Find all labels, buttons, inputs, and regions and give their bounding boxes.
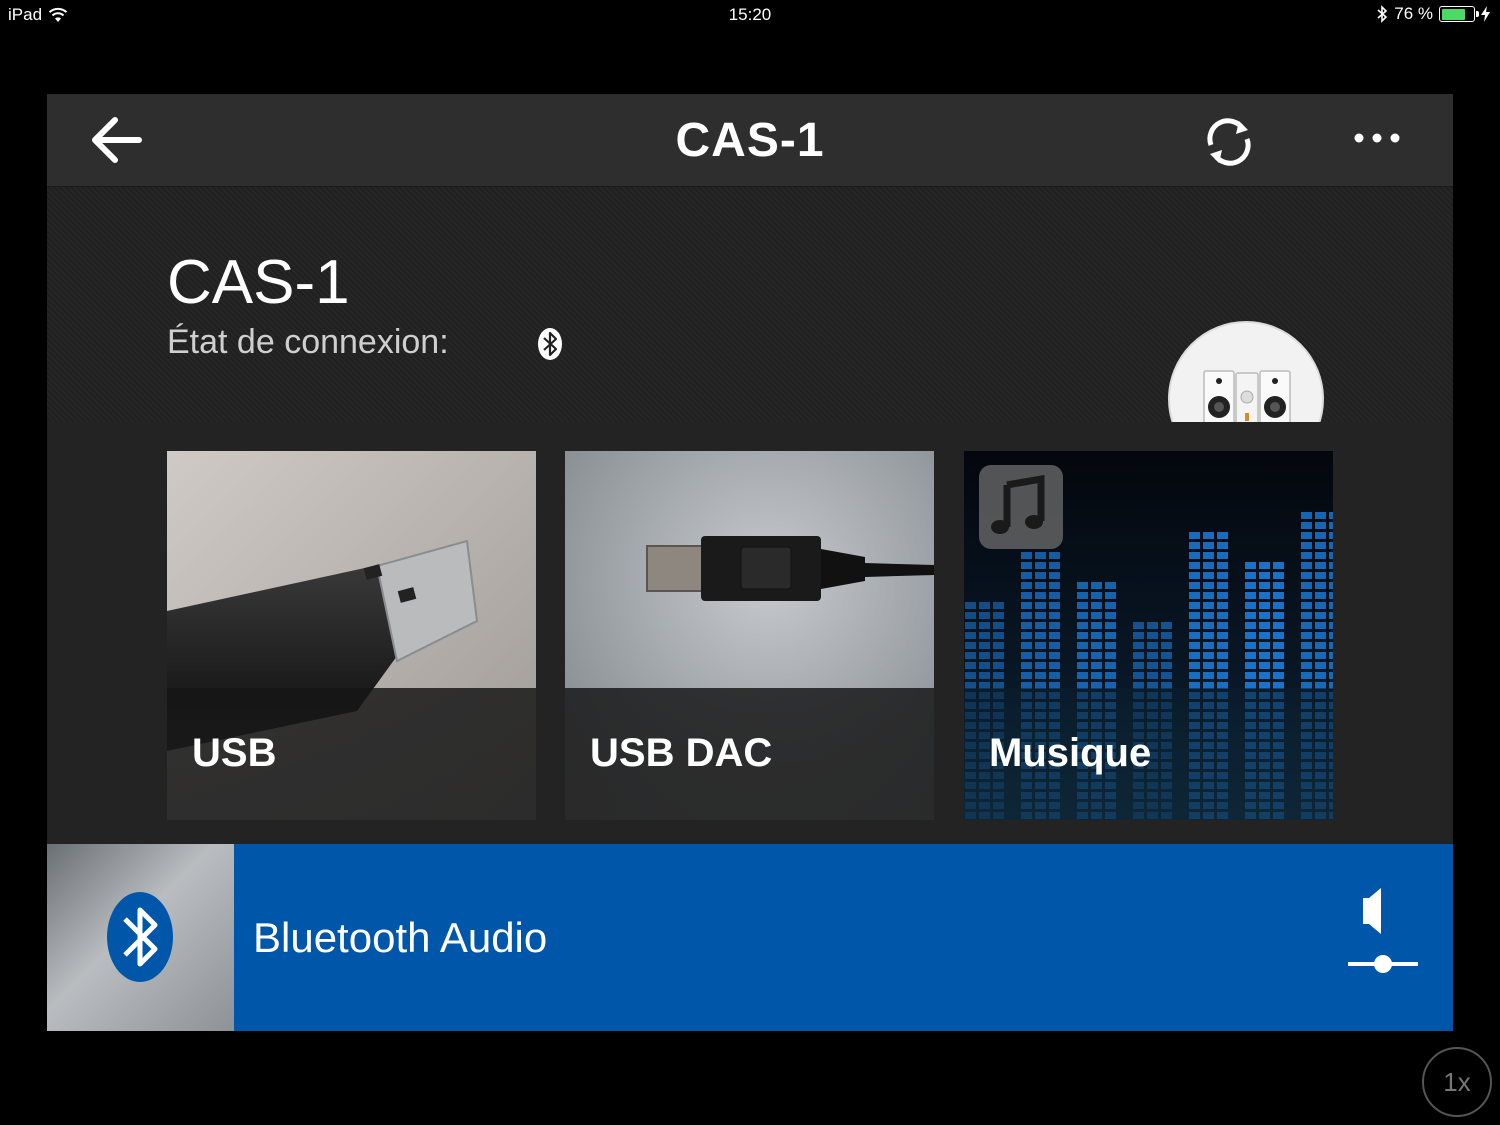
source-label-usb: USB [192, 731, 277, 775]
status-right: 76 % [1376, 4, 1490, 24]
source-label-musique: Musique [989, 731, 1152, 775]
bluetooth-icon [1377, 5, 1388, 23]
source-tile-usb[interactable]: USB [167, 451, 536, 820]
now-playing-title: Bluetooth Audio [253, 914, 548, 961]
volume-slider-icon [1348, 888, 1418, 973]
more-button[interactable] [1347, 116, 1407, 166]
bluetooth-icon [538, 328, 562, 360]
source-tile-usb-dac[interactable]: USB DAC [565, 451, 934, 820]
app-window: CAS-1 CAS-1 État de connexion: USB USB D… [47, 94, 1453, 1031]
status-time: 15:20 [728, 5, 772, 24]
now-playing-bar[interactable]: Bluetooth Audio [47, 844, 1453, 1031]
charging-bolt-icon [1481, 6, 1490, 22]
connection-label: État de connexion: [167, 323, 449, 361]
source-tiles: USB USB DAC Musique [47, 422, 1453, 844]
more-dots-icon [1354, 133, 1400, 143]
source-label-usb-dac: USB DAC [590, 731, 773, 775]
refresh-button[interactable] [1199, 112, 1259, 172]
music-badge [979, 465, 1063, 549]
battery-percent: 76 % [1394, 4, 1433, 23]
volume-button[interactable] [1343, 884, 1423, 994]
music-note-icon [991, 474, 1045, 534]
bluetooth-icon [107, 892, 173, 982]
battery-fill [1441, 8, 1466, 20]
zoom-badge[interactable]: 1x [1422, 1047, 1492, 1117]
device-name: CAS-1 [167, 248, 350, 317]
battery-icon [1439, 6, 1479, 22]
source-tile-musique[interactable]: Musique [964, 451, 1333, 820]
now-playing-thumbnail [47, 844, 234, 1031]
device-header: CAS-1 État de connexion: [47, 187, 1453, 477]
nav-bar: CAS-1 [47, 94, 1453, 187]
status-bar: iPad 15:20 76 % [0, 0, 1500, 32]
back-button[interactable] [87, 112, 147, 168]
arrow-left-icon [92, 117, 142, 163]
refresh-icon [1207, 118, 1251, 166]
